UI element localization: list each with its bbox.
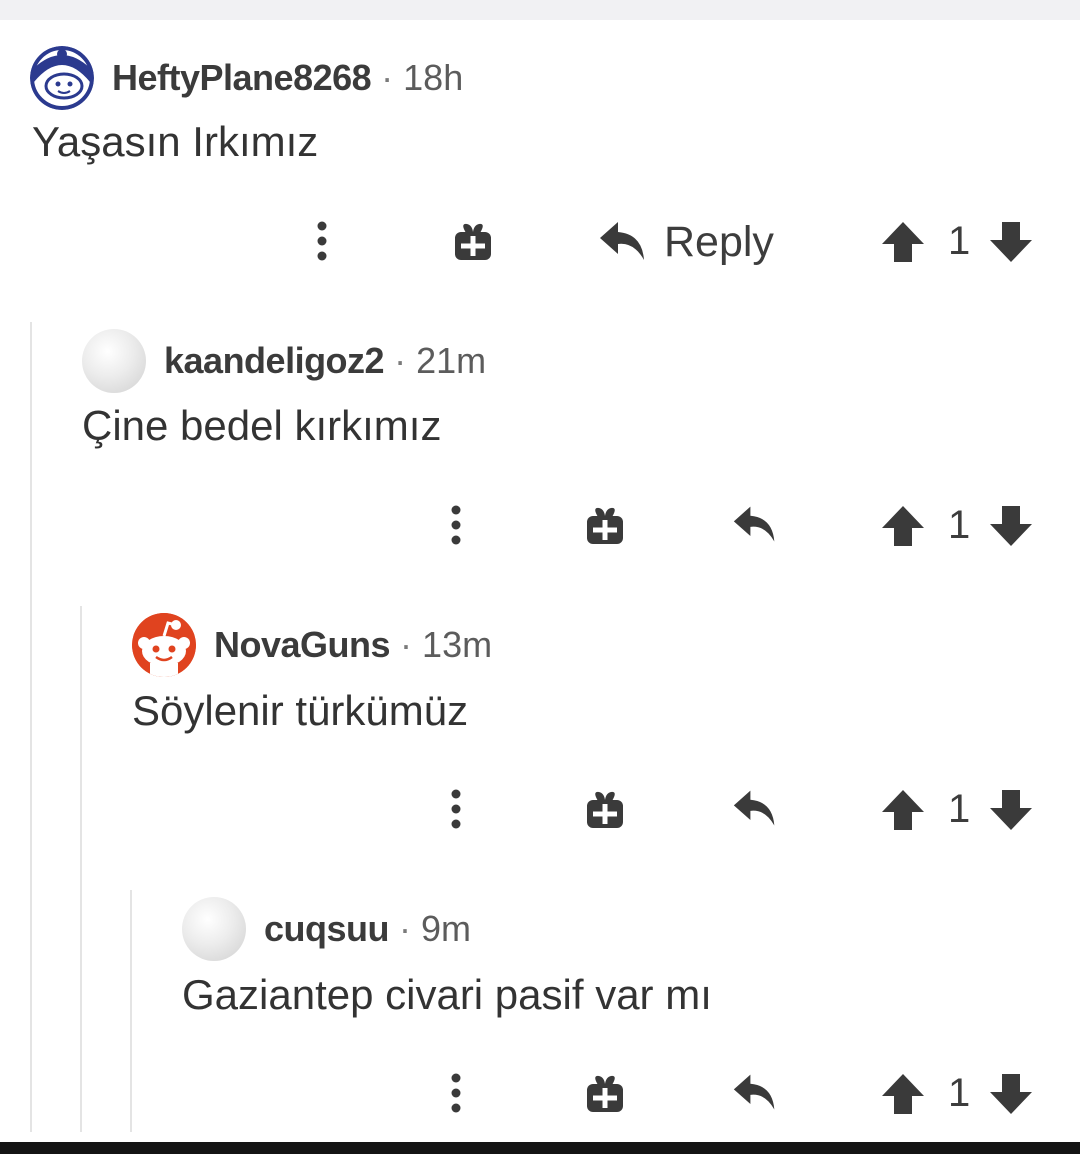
comment-header: kaandeligoz2 · 21m <box>82 326 486 396</box>
more-options-icon <box>451 789 461 829</box>
downvote-arrow-icon[interactable] <box>988 504 1034 548</box>
gift-award-icon <box>587 507 623 544</box>
reply-arrow-icon <box>733 506 775 542</box>
vote-count: 1 <box>948 787 971 831</box>
upvote-arrow-icon[interactable] <box>880 1072 926 1116</box>
thread-line-2[interactable] <box>80 606 82 1132</box>
username[interactable]: kaandeligoz2 <box>164 340 385 382</box>
award-button[interactable] <box>582 502 628 548</box>
vote-controls: 1 <box>880 219 1034 264</box>
vote-count: 1 <box>948 219 971 263</box>
comment-header: cuqsuu · 9m <box>182 894 471 964</box>
reply-label: Reply <box>664 217 774 266</box>
award-button[interactable] <box>450 218 496 264</box>
separator-dot: · <box>394 340 407 381</box>
gift-award-icon <box>455 223 491 260</box>
user-avatar[interactable] <box>82 329 146 393</box>
downvote-arrow-icon[interactable] <box>988 220 1034 264</box>
user-avatar[interactable] <box>30 46 94 110</box>
separator-dot: · <box>381 57 394 98</box>
vote-count: 1 <box>948 503 971 547</box>
reply-button[interactable]: Reply <box>598 214 798 270</box>
award-button[interactable] <box>582 786 628 832</box>
gift-award-icon <box>587 791 623 828</box>
separator-dot: · <box>399 908 412 949</box>
username[interactable]: cuqsuu <box>264 908 390 950</box>
user-avatar[interactable] <box>132 613 196 677</box>
vote-count: 1 <box>948 1071 971 1115</box>
upvote-arrow-icon[interactable] <box>880 788 926 832</box>
separator-dot: · <box>400 624 413 665</box>
more-options-button[interactable] <box>436 786 476 832</box>
timestamp: 13m <box>422 624 493 665</box>
comment-header: HeftyPlane8268 · 18h <box>30 43 463 113</box>
downvote-arrow-icon[interactable] <box>988 788 1034 832</box>
bottom-band <box>0 1142 1080 1154</box>
reply-button[interactable] <box>730 784 780 834</box>
more-options-icon <box>317 221 327 261</box>
more-options-button[interactable] <box>436 502 476 548</box>
comment-body: Gaziantep civari pasif var mı <box>182 971 712 1018</box>
comment-body: Çine bedel kırkımız <box>82 402 442 449</box>
upvote-arrow-icon[interactable] <box>880 504 926 548</box>
more-options-icon <box>451 1073 461 1113</box>
reply-arrow-icon <box>733 1074 775 1110</box>
vote-controls: 1 <box>880 503 1034 548</box>
reply-button[interactable] <box>730 500 780 550</box>
timestamp: 21m <box>416 340 487 381</box>
username[interactable]: NovaGuns <box>214 624 391 666</box>
award-button[interactable] <box>582 1070 628 1116</box>
top-band <box>0 0 1080 20</box>
more-options-icon <box>451 505 461 545</box>
comment-body: Söylenir türkümüz <box>132 687 469 734</box>
user-avatar[interactable] <box>182 897 246 961</box>
reply-arrow-icon <box>733 790 775 826</box>
more-options-button[interactable] <box>436 1070 476 1116</box>
thread-line-3[interactable] <box>130 890 132 1132</box>
vote-controls: 1 <box>880 1071 1034 1116</box>
upvote-arrow-icon[interactable] <box>880 220 926 264</box>
reply-arrow-icon <box>600 222 644 260</box>
timestamp: 9m <box>421 908 472 949</box>
username[interactable]: HeftyPlane8268 <box>112 57 372 99</box>
more-options-button[interactable] <box>302 218 342 264</box>
comment-header: NovaGuns · 13m <box>132 610 492 680</box>
thread-line-1[interactable] <box>30 322 32 1132</box>
reply-button[interactable] <box>730 1068 780 1118</box>
gift-award-icon <box>587 1075 623 1112</box>
vote-controls: 1 <box>880 787 1034 832</box>
comment-body: Yaşasın Irkımız <box>32 118 319 165</box>
timestamp: 18h <box>403 57 464 98</box>
downvote-arrow-icon[interactable] <box>988 1072 1034 1116</box>
